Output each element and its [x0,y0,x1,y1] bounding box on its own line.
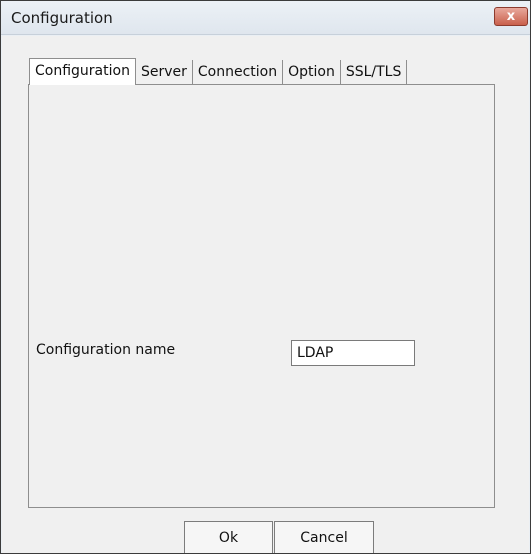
configuration-tab-panel: Configuration name [28,84,495,508]
tab-ssl-tls[interactable]: SSL/TLS [340,60,408,84]
tab-server[interactable]: Server [135,60,193,84]
title-bar[interactable]: Configuration x [1,1,530,35]
button-bar: Ok Cancel [2,514,529,553]
tab-strip: Configuration Server Connection Option S… [29,58,408,85]
configuration-window: Configuration x Configuration Server Con… [0,0,531,554]
ok-button[interactable]: Ok [184,521,273,553]
tab-connection[interactable]: Connection [192,60,284,84]
dialog-content: Configuration Server Connection Option S… [2,36,529,553]
tab-configuration[interactable]: Configuration [29,58,136,85]
close-icon: x [506,9,516,24]
configuration-name-input[interactable] [291,340,415,366]
cancel-button[interactable]: Cancel [274,521,374,553]
close-button[interactable]: x [494,7,528,26]
window-title: Configuration [11,9,113,27]
configuration-name-label: Configuration name [36,342,176,358]
tab-option[interactable]: Option [283,60,341,84]
